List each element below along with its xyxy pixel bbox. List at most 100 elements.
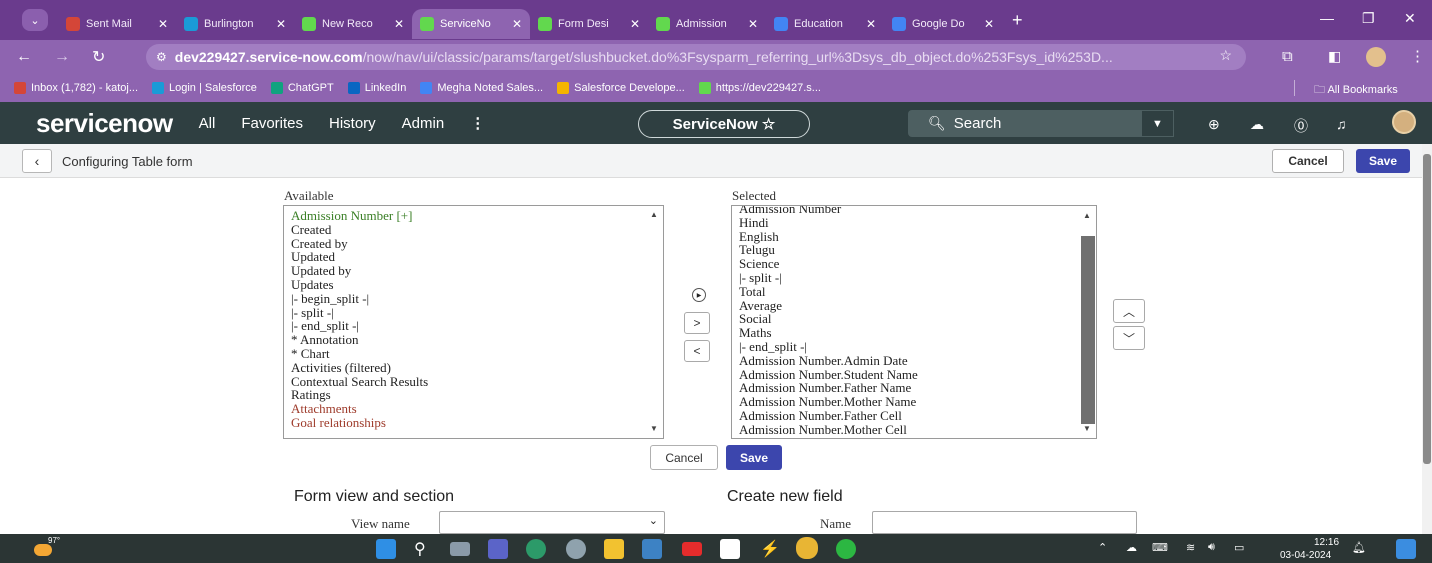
nav-admin[interactable]: Admin: [402, 115, 445, 132]
windows-start-icon[interactable]: [376, 539, 396, 559]
site-info-icon[interactable]: ⚙: [156, 50, 167, 64]
tray-app-icon[interactable]: ☁: [1126, 541, 1137, 554]
globe-icon[interactable]: ⊕: [1208, 116, 1220, 133]
cancel-button[interactable]: Cancel: [650, 445, 718, 470]
selected-item[interactable]: Maths: [732, 326, 1096, 340]
available-item[interactable]: Ratings: [284, 388, 663, 402]
available-item[interactable]: Goal relationships: [284, 416, 663, 430]
browser-tab[interactable]: Form Desi ✕: [530, 9, 648, 39]
add-icon[interactable]: ▶: [692, 288, 706, 302]
browser-menu-icon[interactable]: ⋮: [1410, 47, 1425, 65]
view-name-select[interactable]: ⌄: [439, 511, 665, 534]
amazon-icon[interactable]: [720, 539, 740, 559]
selected-item[interactable]: Average: [732, 298, 1096, 313]
profile-avatar[interactable]: [1366, 47, 1386, 67]
restore-icon[interactable]: ❐: [1362, 10, 1375, 27]
available-item[interactable]: Admission Number [+]: [284, 209, 663, 223]
bookmark-item[interactable]: Megha Noted Sales...: [420, 82, 543, 94]
available-item[interactable]: * Chart: [284, 347, 663, 361]
nav-history[interactable]: History: [329, 115, 376, 132]
selected-item[interactable]: Admission Number.Mother Name: [732, 395, 1096, 409]
selected-item[interactable]: Admission Number.Admin Date: [732, 353, 1096, 368]
save-button[interactable]: Save: [726, 445, 782, 470]
selected-item[interactable]: Hindi: [732, 215, 1096, 230]
tab-search-button[interactable]: ⌄: [22, 9, 48, 31]
browser-tab[interactable]: Admission ✕: [648, 9, 766, 39]
bookmark-item[interactable]: LinkedIn: [347, 82, 406, 94]
move-left-button[interactable]: <: [684, 340, 710, 362]
available-list[interactable]: Admission Number [+] Created Created by Upd…: [283, 205, 664, 439]
selected-item[interactable]: Social: [732, 312, 1096, 326]
tray-expand-icon[interactable]: ⌃: [1098, 541, 1107, 554]
help-icon[interactable]: ⓪: [1294, 116, 1308, 136]
edge-icon[interactable]: [526, 539, 546, 559]
url-field[interactable]: ⚙ dev229427.service-now.com/now/nav/ui/c…: [146, 44, 1246, 70]
browser-tab[interactable]: New Reco ✕: [294, 9, 412, 39]
browser-tab[interactable]: ServiceNo ✕: [412, 9, 530, 39]
available-item[interactable]: |- end_split -|: [284, 319, 663, 333]
user-avatar[interactable]: [1392, 110, 1416, 134]
bookmark-item[interactable]: Salesforce Develope...: [557, 82, 685, 94]
notification-bell-icon[interactable]: 🔔︎: [1352, 541, 1366, 554]
selected-item[interactable]: Science: [732, 257, 1096, 271]
scroll-up-icon[interactable]: ▲: [650, 208, 658, 222]
selected-item[interactable]: Admission Number.Father Cell: [732, 409, 1096, 423]
available-item[interactable]: Created: [284, 222, 663, 237]
selected-item[interactable]: Admission Number: [732, 206, 1096, 216]
bookmark-item[interactable]: https://dev229427.s...: [698, 82, 821, 94]
forward-arrow-icon[interactable]: →: [54, 48, 70, 66]
page-scrollbar[interactable]: [1422, 144, 1432, 534]
wifi-icon[interactable]: ≋: [1186, 541, 1195, 554]
selected-item[interactable]: Admission Number.Father Name: [732, 381, 1096, 395]
selected-item[interactable]: Total: [732, 284, 1096, 299]
workspace-pill[interactable]: ServiceNow ☆: [638, 110, 810, 138]
nav-all[interactable]: All: [199, 115, 216, 132]
tab-close-icon[interactable]: ✕: [276, 17, 286, 31]
search-dropdown-icon[interactable]: ▼: [1141, 110, 1174, 137]
tab-close-icon[interactable]: ✕: [512, 17, 522, 31]
selected-scrollbar[interactable]: ▲ ▼: [1080, 206, 1096, 438]
selected-item[interactable]: |- split -|: [732, 271, 1096, 285]
keyboard-icon[interactable]: ⌨: [1152, 541, 1168, 554]
browser-tab[interactable]: Education ✕: [766, 9, 884, 39]
back-arrow-icon[interactable]: ←: [16, 48, 32, 66]
more-menu-icon[interactable]: ⋮: [470, 114, 485, 132]
available-item[interactable]: Updated: [284, 250, 663, 264]
selected-item[interactable]: Telugu: [732, 243, 1096, 257]
youtube-icon[interactable]: [682, 542, 702, 556]
power-automate-icon[interactable]: ⚡: [760, 539, 780, 559]
store-icon[interactable]: [642, 539, 662, 559]
clock-date[interactable]: 03-04-2024: [1280, 550, 1331, 561]
close-window-icon[interactable]: ✕: [1404, 10, 1416, 27]
chrome-icon[interactable]: [796, 537, 818, 559]
notifications-icon[interactable]: ♫: [1336, 116, 1347, 132]
available-item[interactable]: Updated by: [284, 264, 663, 278]
tab-close-icon[interactable]: ✕: [984, 17, 994, 31]
global-search[interactable]: 🔍︎ Search ▼: [908, 110, 1174, 137]
available-item[interactable]: Updates: [284, 278, 663, 292]
chat-icon[interactable]: ☁: [1250, 116, 1264, 133]
available-item[interactable]: * Annotation: [284, 333, 663, 347]
selected-item[interactable]: |- end_split -|: [732, 340, 1096, 354]
selected-item[interactable]: Admission Number.Mother Cell: [732, 422, 1096, 437]
reload-icon[interactable]: ↻: [92, 47, 105, 67]
available-item[interactable]: Created by: [284, 236, 663, 251]
available-item[interactable]: Contextual Search Results: [284, 374, 663, 389]
available-scrollbar[interactable]: ▲ ▼: [647, 206, 663, 438]
copilot-icon[interactable]: [1396, 539, 1416, 559]
move-right-button[interactable]: >: [684, 312, 710, 334]
tab-close-icon[interactable]: ✕: [158, 17, 168, 31]
all-bookmarks[interactable]: 🗀 All Bookmarks: [1314, 81, 1398, 100]
header-cancel-button[interactable]: Cancel: [1272, 149, 1344, 173]
tab-close-icon[interactable]: ✕: [630, 17, 640, 31]
browser-tab[interactable]: Google Do ✕: [884, 9, 1002, 39]
new-tab-button[interactable]: +: [1012, 10, 1023, 31]
file-explorer-icon[interactable]: [604, 539, 624, 559]
teams-icon[interactable]: [488, 539, 508, 559]
extensions-icon[interactable]: ⧉: [1282, 48, 1293, 65]
scroll-down-icon[interactable]: ▼: [650, 422, 658, 436]
volume-icon[interactable]: 🔊︎: [1208, 541, 1215, 554]
back-button[interactable]: ‹: [22, 149, 52, 173]
move-down-button[interactable]: ﹀: [1113, 326, 1145, 350]
tab-close-icon[interactable]: ✕: [748, 17, 758, 31]
